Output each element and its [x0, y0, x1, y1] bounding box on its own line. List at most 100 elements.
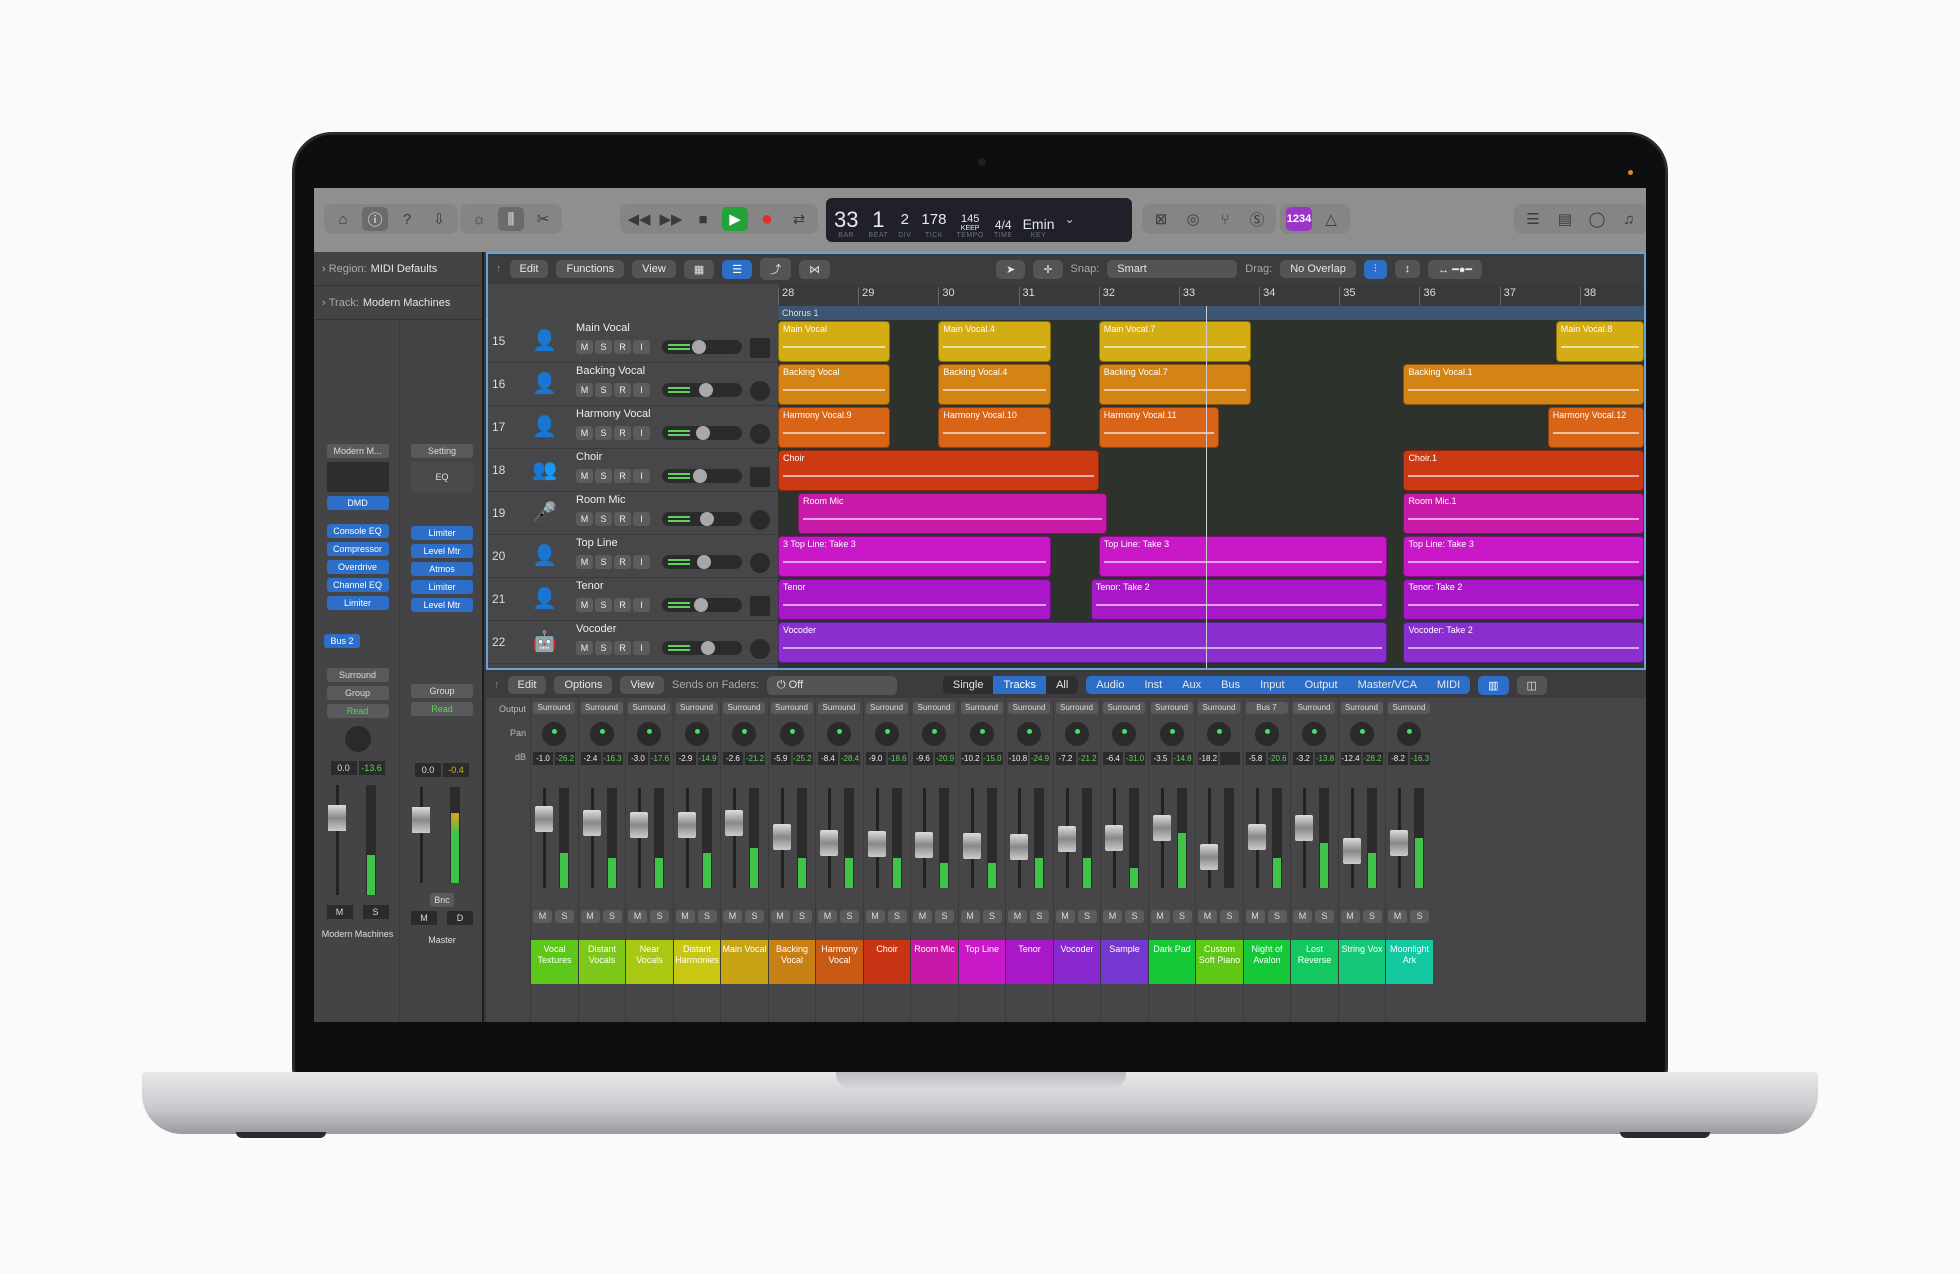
slider-knob[interactable]: [700, 512, 714, 526]
track-volume-slider[interactable]: [662, 512, 742, 526]
slider-knob[interactable]: [693, 469, 707, 483]
mute-button[interactable]: M: [1245, 910, 1265, 923]
output-slot[interactable]: Surround: [960, 702, 1003, 714]
mute-button[interactable]: M: [576, 426, 593, 440]
quick-help-icon[interactable]: ?: [394, 207, 420, 231]
filter-audio[interactable]: Audio: [1086, 676, 1134, 694]
output-slot[interactable]: Surround: [533, 702, 575, 714]
fader-cap[interactable]: [867, 831, 886, 858]
region[interactable]: Room Mic.1: [1403, 493, 1644, 534]
mute-button[interactable]: M: [723, 910, 742, 923]
slider-knob[interactable]: [694, 598, 708, 612]
channel-name[interactable]: Custom Soft Piano: [1196, 940, 1243, 984]
pan-control[interactable]: [750, 381, 770, 401]
pan-knob[interactable]: [1017, 722, 1041, 746]
fader-cap[interactable]: [1247, 824, 1266, 850]
output-slot[interactable]: Bus 7: [1245, 702, 1288, 714]
output-slot[interactable]: Surround: [326, 668, 389, 682]
output-slot[interactable]: Surround: [770, 702, 813, 714]
channel-name[interactable]: Vocal Textures: [531, 940, 578, 984]
output-slot[interactable]: Surround: [628, 702, 670, 714]
mixer-options-menu[interactable]: Options: [554, 676, 613, 694]
region[interactable]: Harmony Vocal.11: [1098, 407, 1219, 448]
grid-view-icon[interactable]: ▦: [683, 259, 715, 279]
track-volume-slider[interactable]: [662, 340, 742, 354]
setting-button[interactable]: Setting: [411, 444, 473, 458]
solo-button[interactable]: S: [362, 905, 389, 919]
tuning-fork-icon[interactable]: ⑂: [1212, 207, 1238, 231]
mute-button[interactable]: M: [818, 910, 837, 923]
mute-button[interactable]: M: [913, 910, 932, 923]
solo-button[interactable]: S: [1315, 910, 1334, 923]
ruler[interactable]: 28 29 30 31 32 33 34 35 36 37 38: [778, 284, 1644, 306]
output-slot[interactable]: Surround: [1293, 702, 1335, 714]
plugin-slot[interactable]: DMD: [326, 496, 389, 510]
mute-button[interactable]: M: [576, 512, 593, 526]
channel-name[interactable]: Distant Vocals: [578, 940, 626, 984]
group-slot[interactable]: Group: [326, 686, 389, 700]
metronome-dial-icon[interactable]: ◎: [1180, 207, 1206, 231]
region[interactable]: Main Vocal.7: [1098, 321, 1252, 362]
mute-button[interactable]: M: [1340, 910, 1360, 923]
track-header[interactable]: 18 👥 Choir M S R I: [488, 449, 778, 492]
pan-knob[interactable]: [542, 722, 566, 746]
region[interactable]: Backing Vocal.4: [938, 364, 1051, 405]
up-arrow-icon[interactable]: ↑: [494, 679, 500, 691]
output-slot[interactable]: Surround: [818, 702, 860, 714]
mute-button[interactable]: M: [533, 910, 552, 923]
region[interactable]: Harmony Vocal.10: [938, 407, 1051, 448]
channel-name[interactable]: Night of Avalon: [1243, 940, 1291, 984]
fader-cap[interactable]: [1010, 834, 1028, 861]
plugin-slot[interactable]: Console EQ: [326, 524, 389, 538]
mute-button[interactable]: M: [580, 910, 600, 923]
track-volume-slider[interactable]: [662, 598, 742, 612]
tracks-view-icon[interactable]: ☰: [722, 259, 753, 279]
pan-knob[interactable]: [874, 722, 899, 746]
library-icon[interactable]: ⌂: [330, 207, 356, 231]
channel-name[interactable]: Main Vocal: [721, 940, 768, 984]
mode-tracks[interactable]: Tracks: [993, 676, 1047, 694]
filter-bus[interactable]: Bus: [1211, 676, 1250, 694]
plugin-slot[interactable]: Channel EQ: [326, 578, 389, 592]
mute-button[interactable]: M: [1150, 910, 1170, 923]
pan-control[interactable]: [750, 510, 770, 530]
eq-slot[interactable]: EQ: [411, 462, 473, 492]
input-monitor-button[interactable]: I: [633, 340, 650, 354]
mute-button[interactable]: M: [865, 910, 885, 923]
plugin-slot[interactable]: Level Mtr: [411, 544, 473, 558]
channel-name[interactable]: Tenor: [1006, 940, 1053, 984]
track-volume-slider[interactable]: [662, 641, 742, 655]
mode-single[interactable]: Single: [943, 676, 994, 694]
region[interactable]: Harmony Vocal.12: [1547, 407, 1644, 448]
fader-cap[interactable]: [1057, 826, 1076, 853]
region[interactable]: Top Line: Take 3: [1098, 536, 1388, 577]
input-monitor-button[interactable]: I: [633, 555, 650, 569]
input-monitor-button[interactable]: I: [633, 469, 650, 483]
pan-knob[interactable]: [1397, 722, 1421, 746]
channel-name[interactable]: Sample: [1101, 940, 1148, 984]
region[interactable]: Main Vocal.4: [938, 321, 1051, 362]
solo-button[interactable]: S: [595, 383, 612, 397]
mixer-view-menu[interactable]: View: [620, 676, 665, 694]
fader-cap[interactable]: [1105, 824, 1123, 851]
playhead[interactable]: [1206, 306, 1207, 668]
plugin-slot[interactable]: Compressor: [326, 542, 389, 556]
region[interactable]: Vocoder: Take 2: [1403, 622, 1644, 663]
solo-button[interactable]: S: [555, 910, 574, 923]
sends-select[interactable]: ⏻ Off: [766, 675, 897, 695]
mixer-edit-menu[interactable]: Edit: [507, 676, 547, 694]
mute-button[interactable]: M: [411, 911, 437, 925]
mute-button[interactable]: M: [1055, 910, 1075, 923]
fader-cap[interactable]: [1200, 844, 1218, 870]
cycle-icon[interactable]: ⇄: [786, 207, 812, 231]
solo-button[interactable]: S: [1362, 910, 1382, 923]
plugin-slot[interactable]: Level Mtr: [411, 598, 473, 612]
track-volume-slider[interactable]: [662, 555, 742, 569]
track-header[interactable]: 20 👤 Top Line M S R I: [488, 535, 778, 578]
solo-button[interactable]: S: [595, 340, 612, 354]
pan-knob[interactable]: [779, 722, 804, 746]
solo-button[interactable]: S: [595, 512, 612, 526]
region[interactable]: Main Vocal.8: [1555, 321, 1644, 362]
plugin-slot[interactable]: Atmos: [411, 562, 473, 576]
stop-icon[interactable]: ■: [690, 207, 716, 231]
